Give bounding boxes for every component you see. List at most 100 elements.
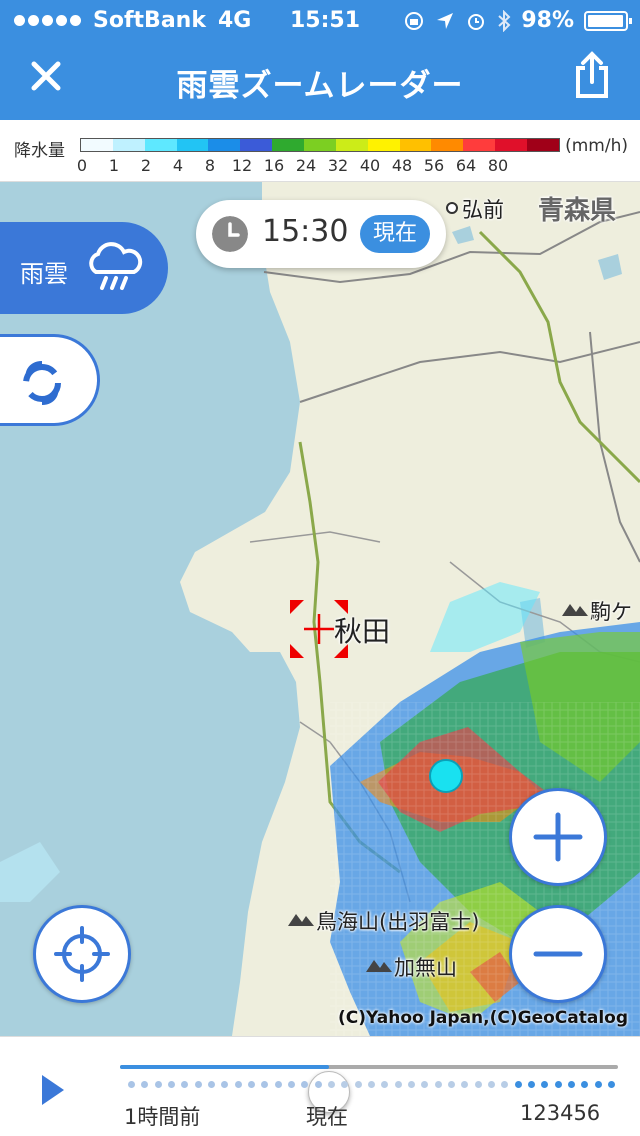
share-icon[interactable] (572, 50, 612, 100)
map-label-kanasuyama: 加無山 (394, 956, 457, 980)
map-label-chokaisan: 鳥海山(出羽富士) (316, 910, 480, 934)
legend-tick: 8 (204, 156, 216, 175)
legend-color-swatch (176, 139, 209, 151)
legend-tick: 16 (263, 156, 285, 175)
legend-ticks: 0 1 2 4 8 12 16 24 32 40 48 56 64 80 (70, 156, 560, 178)
legend-tick: 24 (295, 156, 317, 175)
city-dot-icon (446, 202, 458, 214)
clock-icon (212, 216, 248, 252)
legend-color-swatch (399, 139, 432, 151)
page-title: 雨雲ズームレーダー (176, 68, 464, 104)
timeline-step-dot (314, 1081, 322, 1088)
timeline-step-dot (474, 1081, 482, 1088)
legend-tick: 56 (423, 156, 445, 175)
timeline-step-dot (354, 1081, 362, 1088)
legend-color-swatch (335, 139, 368, 151)
header: SoftBank 4G 15:51 98% 雨雲ズームレーダー (0, 0, 640, 120)
zoom-in-button[interactable] (509, 788, 607, 886)
legend-tick: 32 (327, 156, 349, 175)
timeline-step-dot (541, 1081, 549, 1088)
timeline-step-dot (154, 1081, 162, 1088)
legend-color-swatch (431, 139, 464, 151)
zoom-out-button[interactable] (509, 905, 607, 1003)
timeline-step-dot (248, 1081, 255, 1088)
timeline-step-dot (461, 1081, 469, 1088)
legend-color-swatch (272, 139, 305, 151)
legend-color-swatch (495, 139, 528, 151)
legend-color-swatch (240, 139, 273, 151)
layer-tab-rain[interactable]: 雨雲 (0, 222, 168, 314)
layer-tab-typhoon[interactable] (0, 334, 100, 426)
timeline-step-dot (608, 1081, 615, 1088)
map-copyright: (C)Yahoo Japan,(C)GeoCatalog (337, 1008, 628, 1028)
battery-icon (584, 10, 632, 31)
timeline-slider-fill (120, 1065, 330, 1069)
location-arrow-icon (437, 12, 454, 29)
bluetooth-icon (498, 9, 511, 32)
map-label-hirosaki: 弘前 (462, 198, 504, 222)
timeline-step-dot (208, 1081, 215, 1088)
map-label-aomori: 青森県 (538, 196, 617, 226)
legend-color-swatch (304, 139, 336, 151)
timeline-step-dot (581, 1081, 589, 1088)
status-bar: SoftBank 4G 15:51 98% (0, 0, 640, 40)
timeline-step-dot (488, 1081, 495, 1088)
timeline-step-dot (568, 1081, 575, 1088)
legend-tick: 64 (455, 156, 477, 175)
timeline-step-dot (194, 1081, 202, 1088)
timeline-step-dot (368, 1081, 375, 1088)
legend-color-swatch (463, 139, 496, 151)
timeline-step-dot (288, 1081, 295, 1088)
layer-tab-rain-label: 雨雲 (20, 260, 68, 288)
timeline-step-dot (554, 1081, 562, 1088)
legend-color-swatch (527, 139, 559, 151)
timeline-step-dot (141, 1081, 149, 1088)
play-icon[interactable] (40, 1073, 66, 1107)
time-indicator: 15:30 現在 (196, 200, 446, 268)
precipitation-legend: 降水量 0 1 2 4 8 12 16 24 32 40 48 56 64 80 (mm/h) (0, 120, 640, 182)
timeline-step-dot (168, 1081, 175, 1088)
timeline-start-label: 1時間前 (124, 1105, 201, 1129)
signal-icon (14, 15, 81, 26)
battery-percent: 98% (521, 8, 574, 33)
legend-color-swatch (112, 139, 145, 151)
timeline-step-dot (421, 1081, 429, 1088)
status-time: 15:51 (290, 8, 361, 33)
plus-icon (533, 812, 583, 862)
timeline-now-label: 現在 (306, 1105, 348, 1129)
minus-icon (533, 951, 583, 957)
legend-color-bar (80, 138, 560, 152)
timeline-step-dot (394, 1081, 402, 1088)
timeline-step-dot (528, 1081, 535, 1088)
timeline-step-dot (261, 1081, 269, 1088)
legend-tick: 0 (76, 156, 88, 175)
timeline-step-dot (181, 1081, 189, 1088)
locate-icon (54, 926, 110, 982)
timeline-step-dot (448, 1081, 455, 1088)
legend-tick: 40 (359, 156, 381, 175)
nav-bar: 雨雲ズームレーダー (0, 40, 640, 120)
legend-color-swatch (208, 139, 241, 151)
timeline-step-dot (328, 1081, 335, 1088)
legend-tick: 48 (391, 156, 413, 175)
rotation-lock-icon (405, 11, 424, 30)
timeline-bar: 1時間前 現在 123456 (0, 1036, 640, 1136)
map-label-komagatake: 駒ケ (590, 600, 632, 624)
legend-tick: 1 (108, 156, 120, 175)
typhoon-icon (23, 361, 61, 405)
timeline-step-dot (408, 1081, 415, 1088)
timeline-slider[interactable] (120, 1065, 618, 1113)
legend-tick: 4 (172, 156, 184, 175)
locate-button[interactable] (33, 905, 131, 1003)
network-label: 4G (217, 8, 252, 33)
legend-tick: 12 (231, 156, 253, 175)
radar-time: 15:30 (262, 214, 349, 249)
timeline-step-dot (501, 1081, 509, 1088)
legend-label: 降水量 (14, 141, 65, 161)
timeline-step-dot (221, 1081, 229, 1088)
legend-tick: 80 (487, 156, 509, 175)
alarm-icon (468, 13, 485, 30)
timeline-step-dot (594, 1081, 602, 1088)
legend-tick: 2 (140, 156, 152, 175)
timeline-step-dot (274, 1081, 282, 1088)
